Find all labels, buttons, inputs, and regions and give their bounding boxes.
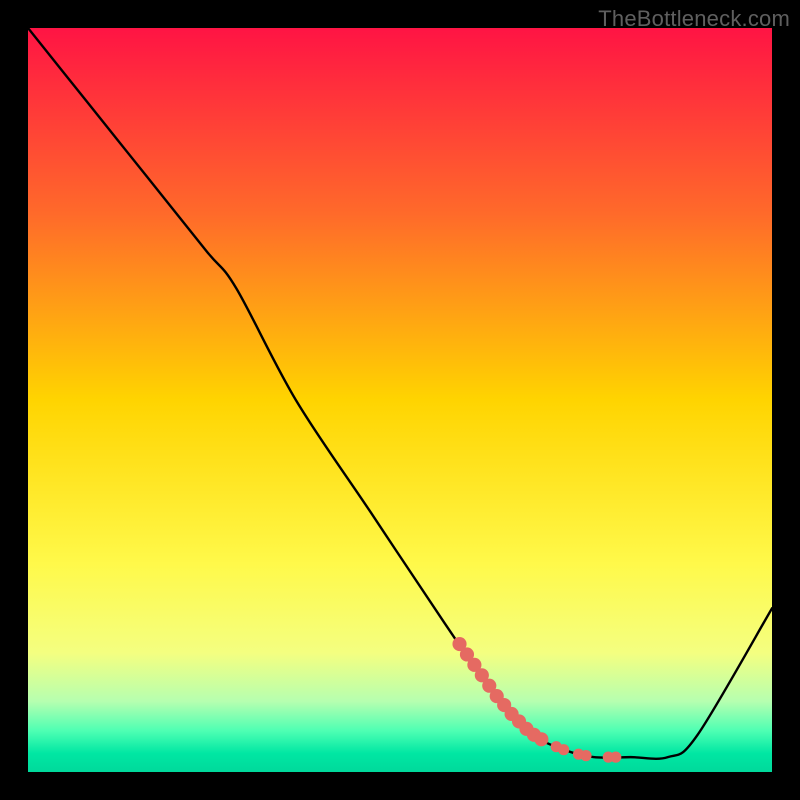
highlight-point <box>558 744 569 755</box>
bottleneck-plot <box>28 28 772 772</box>
chart-stage: TheBottleneck.com <box>0 0 800 800</box>
watermark-label: TheBottleneck.com <box>598 6 790 32</box>
highlight-point <box>610 752 621 763</box>
highlight-point <box>534 732 548 746</box>
gradient-background <box>28 28 772 772</box>
highlight-point <box>580 750 591 761</box>
